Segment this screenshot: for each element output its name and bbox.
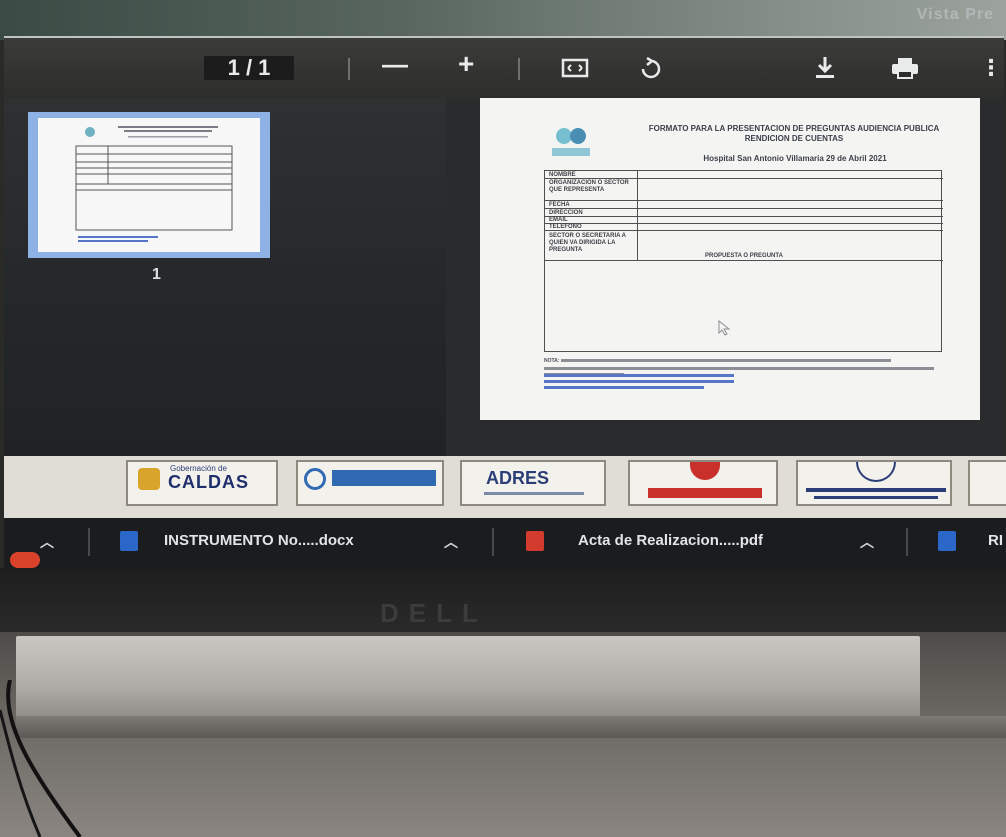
thumbnail-sidebar: 1 [4, 98, 446, 460]
page-indicator[interactable]: 1 / 1 [204, 56, 294, 80]
form-row: FECHA [545, 201, 943, 209]
chevron-up-icon[interactable]: ︿ [860, 532, 874, 552]
form-row: NOMBRE [545, 171, 943, 179]
document-links [544, 374, 734, 392]
downloads-bar: ︿ INSTRUMENTO No.....docx ︿ Acta de Real… [4, 518, 1006, 568]
form-row: DIRECCION [545, 209, 943, 217]
download-icon [816, 57, 834, 78]
caldas-logo: Gobernación de CALDAS [126, 460, 278, 506]
zoom-in-button[interactable]: + [458, 50, 474, 78]
app-badge-icon [10, 552, 40, 568]
mouse-cursor-icon [718, 320, 731, 336]
download-item-pdf[interactable]: Acta de Realizacion.....pdf [578, 532, 763, 549]
thumbnail-page [38, 118, 260, 252]
chevron-up-icon[interactable]: ︿ [444, 532, 458, 552]
partner-logo-partial [968, 460, 1006, 506]
fit-page-icon [561, 58, 589, 78]
question-form-table: NOMBRE ORGANIZACIÓN O SECTOR QUE REPRESE… [544, 170, 943, 352]
word-file-icon [120, 531, 138, 551]
note-label: NOTA: [544, 358, 560, 364]
printer-icon [892, 58, 918, 79]
background-wall: Vista Pre [0, 0, 1006, 40]
document-page: FORMATO PARA LA PRESENTACION DE PREGUNTA… [480, 98, 980, 420]
monitor-stand-base [16, 716, 1006, 738]
background-sign-text: Vista Pre [916, 6, 994, 23]
hospital-logo [546, 124, 596, 160]
pdf-file-icon [526, 531, 544, 551]
colombia-logo [296, 460, 444, 506]
downloads-separator [492, 528, 494, 556]
rotate-icon [641, 56, 661, 79]
pdf-viewer-window: 1 / 1 — + ⋮ 1 FORMATO PARA LA PRESENTACI… [4, 36, 1004, 460]
toolbar-separator [348, 58, 350, 80]
download-item-partial[interactable]: RI [988, 532, 1003, 549]
cable [0, 680, 82, 837]
print-button[interactable] [890, 54, 920, 82]
page-thumbnail-selected[interactable] [28, 112, 270, 258]
document-title: FORMATO PARA LA PRESENTACION DE PREGUNTA… [648, 124, 940, 143]
document-subtitle: Hospital San Antonio Villamaria 29 de Ab… [703, 154, 887, 163]
form-row: EMAIL [545, 217, 943, 224]
monitor-brand-logo: DELL [380, 598, 488, 628]
thumbnail-content [75, 126, 233, 242]
form-row: TELEFONO [545, 224, 943, 231]
rotate-button[interactable] [636, 54, 666, 82]
zoom-out-button[interactable]: — [382, 51, 408, 77]
download-button[interactable] [810, 54, 840, 82]
downloads-separator [88, 528, 90, 556]
document-view[interactable]: FORMATO PARA LA PRESENTACION DE PREGUNTA… [446, 98, 1004, 460]
government-logo [628, 460, 778, 506]
file-icon [938, 531, 956, 551]
thumbnail-page-number: 1 [152, 266, 161, 283]
fit-to-page-button[interactable] [560, 54, 590, 82]
monitor-stand [16, 636, 920, 720]
download-item-docx[interactable]: INSTRUMENTO No.....docx [164, 532, 354, 549]
chevron-up-icon[interactable]: ︿ [40, 532, 54, 552]
partner-logos-strip: Gobernación de CALDAS ADRES [4, 456, 1006, 518]
procuraduria-logo [796, 460, 952, 506]
monitor-bezel: DELL [0, 568, 1006, 632]
adres-logo: ADRES [460, 460, 606, 506]
more-options-button[interactable]: ⋮ [980, 56, 1002, 80]
downloads-separator [906, 528, 908, 556]
form-row: ORGANIZACIÓN O SECTOR QUE REPRESENTA [545, 179, 943, 201]
toolbar-separator [518, 58, 520, 80]
proposal-heading: PROPUESTA O PREGUNTA [705, 253, 783, 259]
pdf-toolbar: 1 / 1 — + ⋮ [4, 36, 1004, 98]
